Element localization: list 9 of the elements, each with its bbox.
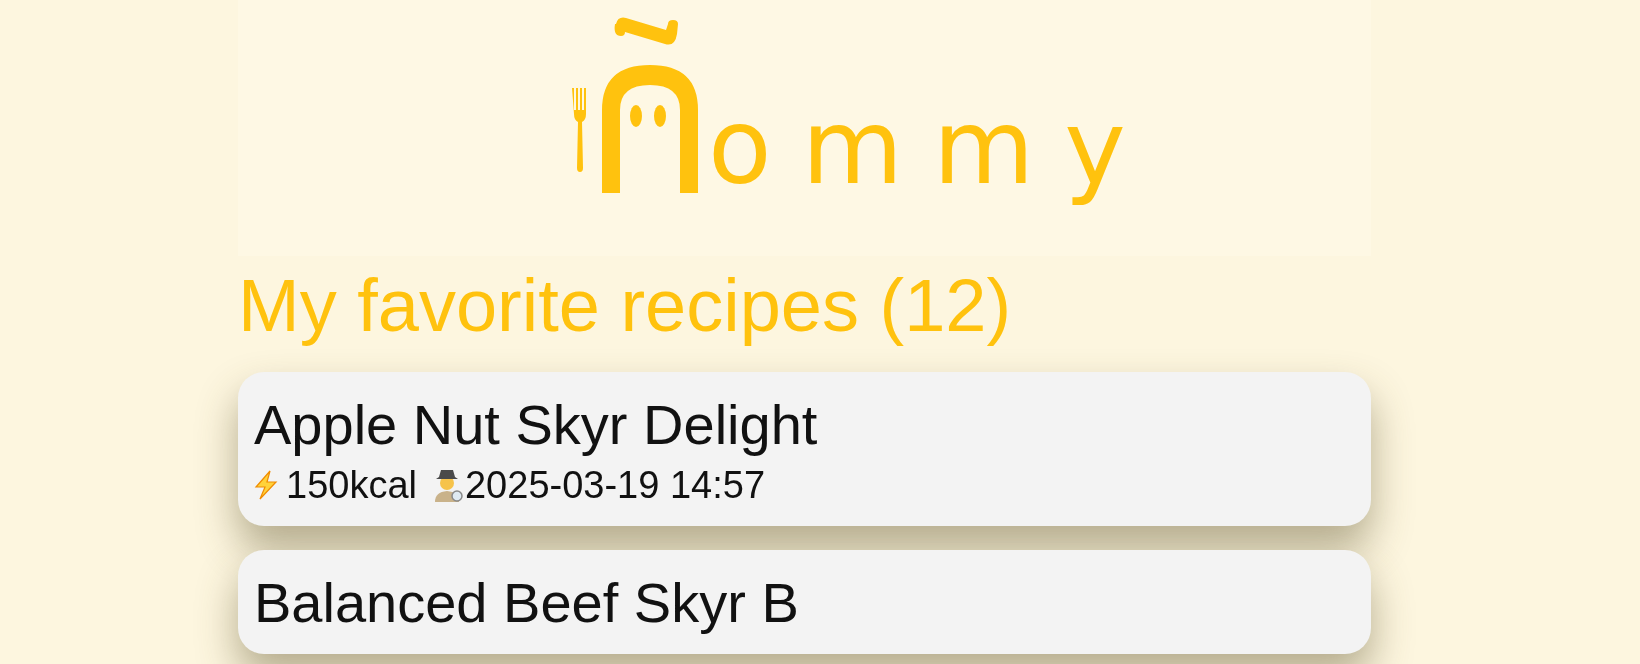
recipe-date: 2025-03-19 14:57: [465, 464, 765, 506]
logo-text: ommy: [708, 85, 1156, 210]
recipe-title: Apple Nut Skyr Delight: [254, 394, 819, 456]
page-heading: My favorite recipes (12): [238, 266, 1013, 346]
calories: 150kcal: [286, 464, 417, 506]
recipe-title: Balanced Beef Skyr B: [254, 572, 800, 634]
recipe-card[interactable]: Apple Nut Skyr Delight 150kcal 2025-03-19 14:57: [238, 372, 1371, 526]
recipe-card[interactable]: Balanced Beef Skyr B: [238, 550, 1371, 654]
lightning-icon: [254, 470, 278, 500]
